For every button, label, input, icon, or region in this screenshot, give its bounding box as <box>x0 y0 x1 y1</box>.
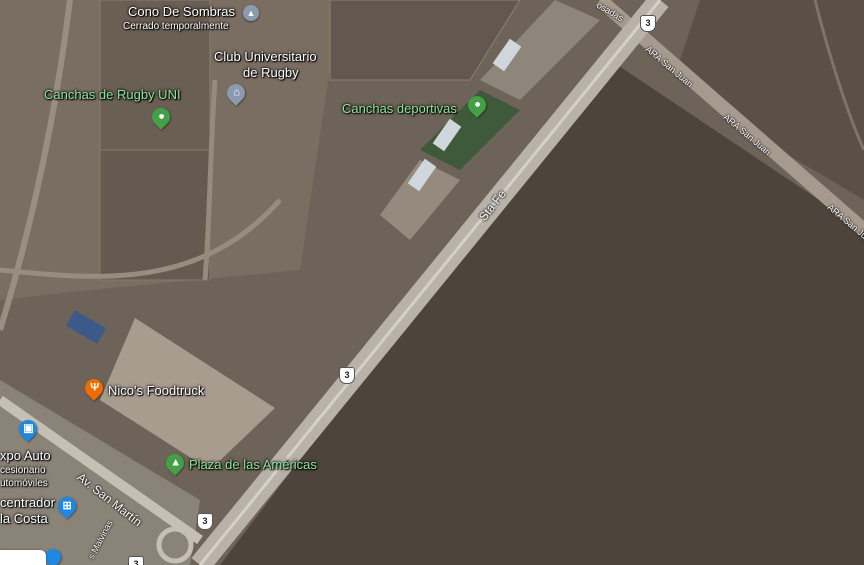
route-shield: 3 <box>197 513 213 530</box>
place-subtitle-line1: cesionario <box>0 465 46 476</box>
route-shield: 3 <box>339 367 355 384</box>
place-name-centrador-line2[interactable]: la Costa <box>0 512 48 526</box>
place-name-centrador[interactable]: centrador <box>0 496 55 510</box>
route-shield: 3 <box>128 556 144 565</box>
place-subtitle-line2: utomóviles <box>0 478 48 489</box>
place-name-club-universitario[interactable]: Club Universitario <box>214 50 317 64</box>
place-name-expo-auto[interactable]: xpo Auto <box>0 449 51 463</box>
map-control-fragment[interactable] <box>0 550 46 565</box>
landmark-icon[interactable]: ▲ <box>243 5 259 21</box>
place-name-club-universitario-line2[interactable]: de Rugby <box>243 66 299 80</box>
place-status: Cerrado temporalmente <box>123 21 229 32</box>
place-name-nicos-foodtruck[interactable]: Nico's Foodtruck <box>108 384 204 398</box>
satellite-imagery <box>0 0 864 565</box>
place-name-canchas-rugby-uni[interactable]: Canchas de Rugby UNI <box>44 88 181 102</box>
place-name-canchas-deportivas[interactable]: Canchas deportivas <box>342 102 457 116</box>
satellite-map[interactable]: 3 3 3 3 Sta Fe ARA San Juan ARA San Juan… <box>0 0 864 565</box>
route-shield: 3 <box>640 15 656 32</box>
place-name-cono-de-sombras[interactable]: Cono De Sombras <box>128 5 235 19</box>
place-name-plaza-americas[interactable]: Plaza de las Américas <box>189 458 317 472</box>
